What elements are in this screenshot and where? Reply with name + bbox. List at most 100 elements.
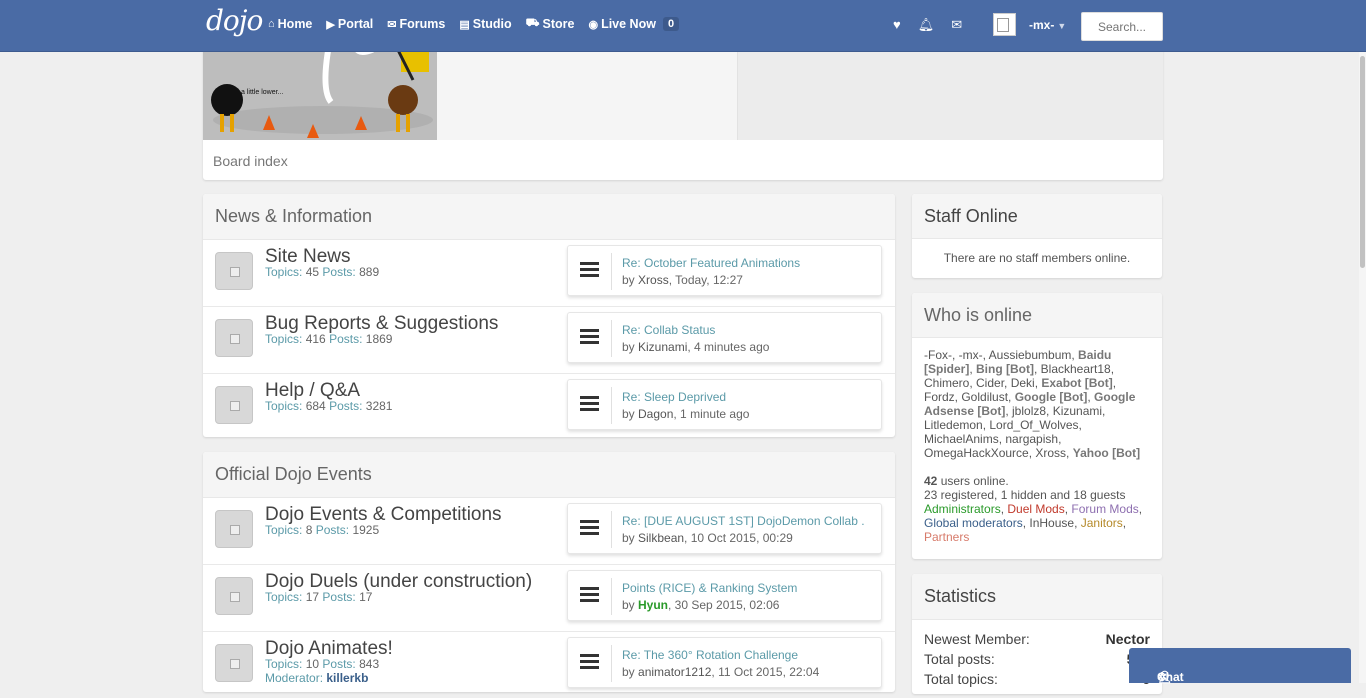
stat-row: Newest Member: Nector	[924, 631, 1150, 647]
nav-portal[interactable]: ▶ Portal	[326, 17, 373, 31]
forum-stats: Topics: 8 Posts: 1925	[265, 523, 380, 537]
group-janitors[interactable]: Janitors	[1081, 516, 1123, 530]
menu-icon[interactable]	[580, 520, 599, 538]
last-post-title[interactable]: Re: Sleep Deprived	[622, 390, 726, 404]
forum-row: Dojo Events & Competitions Topics: 8 Pos…	[203, 498, 895, 565]
last-post-title[interactable]: Re: The 360° Rotation Challenge	[622, 648, 798, 662]
nav-studio-label: Studio	[472, 17, 512, 31]
forum-row: Help / Q&A Topics: 684 Posts: 3281 Re: S…	[203, 374, 895, 440]
nav-studio[interactable]: ▤ Studio	[459, 17, 511, 31]
forum-row: Site News Topics: 45 Posts: 889 Re: Octo…	[203, 240, 895, 307]
last-post-author[interactable]: Kizunami	[638, 340, 687, 354]
comments-icon: ✉	[387, 18, 397, 31]
live-count-badge: 0	[662, 17, 680, 31]
category-title[interactable]: News & Information	[203, 194, 895, 240]
group-legend: Administrators, Duel Mods, Forum Mods, G…	[924, 502, 1143, 544]
forum-read-icon	[215, 577, 253, 615]
last-post-byline: by Hyun, 30 Sep 2015, 02:06	[622, 598, 780, 612]
cart-icon: ⛟	[525, 17, 540, 29]
banner-side	[437, 40, 1163, 140]
last-post-byline: by Silkbean, 10 Oct 2015, 00:29	[622, 531, 793, 545]
scrollbar-thumb[interactable]	[1360, 56, 1365, 268]
menu-icon[interactable]	[580, 587, 599, 605]
staff-online-text: There are no staff members online.	[943, 251, 1131, 265]
caret-down-icon: ▼	[1057, 21, 1067, 31]
who-is-online-panel: Who is online -Fox-, -mx-, Aussiebumbum,…	[912, 293, 1162, 559]
last-post-card: Points (RICE) & Ranking System by Hyun, …	[567, 570, 882, 621]
forum-read-icon	[215, 386, 253, 424]
dojo-logo[interactable]: dojo	[206, 4, 263, 37]
nav-forums-label: Forums	[399, 17, 446, 31]
staff-online-panel: Staff Online There are no staff members …	[912, 194, 1162, 278]
menu-icon[interactable]	[580, 262, 599, 280]
last-post-author[interactable]: Dagon	[638, 407, 673, 421]
forum-read-icon	[215, 319, 253, 357]
forum-stats: Topics: 416 Posts: 1869	[265, 332, 393, 346]
user-actions: ♥ 🔔︎ ✉	[893, 17, 962, 33]
last-post-byline: by animator1212, 11 Oct 2015, 22:04	[622, 665, 820, 679]
group-partners[interactable]: Partners	[924, 530, 969, 544]
menu-icon[interactable]	[580, 396, 599, 414]
header-panel: a little lower... Board index	[203, 40, 1163, 180]
stat-row: Total topics:6	[924, 671, 1150, 687]
who-is-online-title: Who is online	[912, 293, 1162, 338]
nav-home[interactable]: ⌂ Home	[268, 17, 312, 31]
banner-image[interactable]: a little lower...	[203, 40, 437, 140]
bell-icon[interactable]: 🔔︎	[918, 17, 935, 33]
category-news-information: News & Information Site News Topics: 45 …	[203, 194, 895, 437]
user-menu[interactable]: -mx- ▼	[1029, 18, 1066, 32]
category-official-dojo-events: Official Dojo Events Dojo Events & Compe…	[203, 452, 895, 692]
menu-icon[interactable]	[580, 329, 599, 347]
banner-caption: a little lower...	[241, 89, 283, 96]
search-input[interactable]	[1081, 12, 1163, 41]
group-administrators[interactable]: Administrators	[924, 502, 1001, 516]
username-label: -mx-	[1029, 18, 1055, 32]
eye-icon: ◉	[588, 18, 599, 31]
last-post-title[interactable]: Re: [DUE AUGUST 1ST] DojoDemon Collab .	[622, 514, 865, 528]
last-post-author[interactable]: Hyun	[638, 598, 668, 612]
nav-store[interactable]: ⛟ Store	[526, 17, 575, 31]
forum-row: Dojo Animates! Topics: 10 Posts: 843 Mod…	[203, 632, 895, 698]
last-post-card: Re: Collab Status by Kizunami, 4 minutes…	[567, 312, 882, 363]
forum-stats: Topics: 684 Posts: 3281	[265, 399, 393, 413]
inbox-icon[interactable]: ✉	[951, 17, 962, 33]
last-post-card: Re: October Featured Animations by Xross…	[567, 245, 882, 296]
film-icon: ▤	[459, 18, 470, 31]
breadcrumb[interactable]: Board index	[213, 153, 288, 169]
statistics-panel: Statistics Newest Member: Nector Total po…	[912, 574, 1162, 694]
group-duel-mods[interactable]: Duel Mods	[1007, 502, 1064, 516]
group-global-moderators[interactable]: Global moderators	[924, 516, 1023, 530]
last-post-title[interactable]: Re: Collab Status	[622, 323, 715, 337]
last-post-author[interactable]: Silkbean	[638, 531, 684, 545]
last-post-author[interactable]: Xross	[638, 273, 669, 287]
last-post-card: Re: [DUE AUGUST 1ST] DojoDemon Collab . …	[567, 503, 882, 554]
spinner-icon: ✲	[1157, 670, 1168, 684]
forum-stats: Topics: 45 Posts: 889	[265, 265, 380, 279]
forum-row: Bug Reports & Suggestions Topics: 416 Po…	[203, 307, 895, 374]
online-users-list: -Fox-, -mx-, Aussiebumbum, Baidu [Spider…	[912, 338, 1162, 544]
avatar[interactable]	[993, 13, 1016, 36]
forum-read-icon	[215, 252, 253, 290]
video-camera-icon: ▶	[326, 18, 335, 31]
last-post-author[interactable]: animator1212	[638, 665, 711, 679]
nav-live-now[interactable]: ◉ Live Now 0	[588, 17, 680, 31]
online-breakdown: 23 registered, 1 hidden and 18 guests	[924, 488, 1126, 502]
forum-row: Dojo Duels (under construction) Topics: …	[203, 565, 895, 632]
category-title[interactable]: Official Dojo Events	[203, 452, 895, 498]
last-post-card: Re: Sleep Deprived by Dagon, 1 minute ag…	[567, 379, 882, 430]
nav-forums[interactable]: ✉ Forums	[387, 17, 445, 31]
nav-store-label: Store	[542, 17, 575, 31]
home-icon: ⌂	[268, 18, 275, 30]
last-post-title[interactable]: Points (RICE) & Ranking System	[622, 581, 797, 595]
menu-icon[interactable]	[580, 654, 599, 672]
stat-row: Total posts:549	[924, 651, 1150, 667]
top-navbar: dojo ⌂ Home ▶ Portal ✉ Forums ▤ Studio ⛟ Stor…	[0, 0, 1366, 52]
last-post-byline: by Xross, Today, 12:27	[622, 273, 743, 287]
nav-live-now-label: Live Now	[601, 17, 656, 31]
last-post-byline: by Kizunami, 4 minutes ago	[622, 340, 770, 354]
heart-icon[interactable]: ♥	[893, 17, 901, 33]
staff-online-title: Staff Online	[912, 194, 1162, 239]
group-forum-mods[interactable]: Forum Mods	[1071, 502, 1138, 516]
chat-button[interactable]: 👤︎ Chat ✲	[1129, 648, 1351, 684]
last-post-title[interactable]: Re: October Featured Animations	[622, 256, 800, 270]
